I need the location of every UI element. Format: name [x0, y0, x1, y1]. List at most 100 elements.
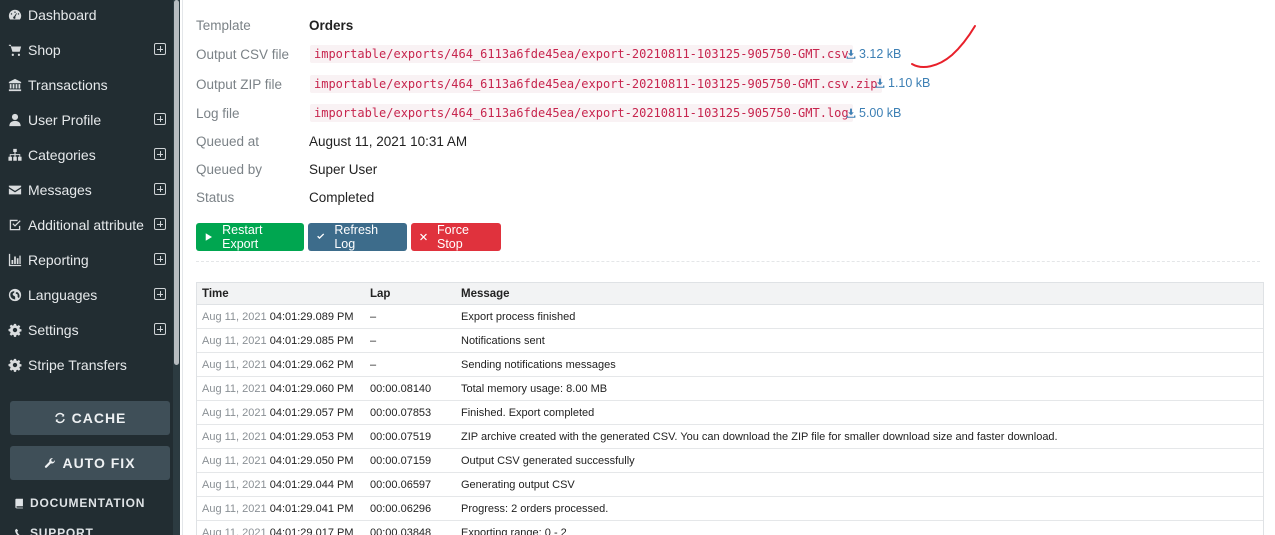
support-link[interactable]: SUPPORT: [14, 526, 94, 535]
sidebar-item-label: Transactions: [28, 76, 108, 93]
log-table: Time Lap Message Aug 11, 2021 04:01:29.0…: [196, 282, 1264, 535]
row-date: Aug 11, 2021: [202, 335, 267, 347]
row-lap: 00:00.06597: [370, 479, 432, 491]
row-message: Total memory usage: 8.00 MB: [461, 383, 608, 395]
row-message: Output CSV generated successfully: [461, 455, 635, 467]
table-row: Aug 11, 2021 04:01:29.062 PM – Sending n…: [197, 353, 1263, 377]
sidebar-item-label: Messages: [28, 181, 92, 198]
table-row: Aug 11, 2021 04:01:29.041 PM 00:00.06296…: [197, 497, 1263, 521]
phone-icon: [15, 528, 24, 535]
cart-icon: [8, 43, 22, 57]
sidebar-item-categories[interactable]: Categories: [0, 137, 172, 172]
documentation-link[interactable]: DOCUMENTATION: [14, 496, 145, 510]
expand-plus-icon[interactable]: [154, 323, 166, 335]
force-stop-button[interactable]: Force Stop: [411, 223, 501, 251]
sidebar-item-reporting[interactable]: Reporting: [0, 242, 172, 277]
restart-export-button[interactable]: Restart Export: [196, 223, 304, 251]
row-time: 04:01:29.057 PM: [269, 407, 354, 419]
row-message: Finished. Export completed: [461, 407, 595, 419]
cache-button[interactable]: CACHE: [10, 401, 170, 435]
sidebar-scrollbar-thumb[interactable]: [174, 0, 179, 365]
log-download-link[interactable]: 5.00 kB: [846, 106, 901, 120]
annotation-mark: [911, 25, 976, 68]
expand-plus-icon[interactable]: [154, 148, 166, 160]
row-date: Aug 11, 2021: [202, 383, 267, 395]
row-lap: 00:00.07159: [370, 455, 432, 467]
refresh-log-button[interactable]: Refresh Log: [308, 223, 407, 251]
sidebar-item-dashboard[interactable]: Dashboard: [0, 0, 172, 32]
expand-plus-icon[interactable]: [154, 113, 166, 125]
sidebar-item-user-profile[interactable]: User Profile: [0, 102, 172, 137]
csv-file-path: importable/exports/464_6113a6fde45ea/exp…: [310, 45, 853, 63]
gear-icon: [8, 323, 22, 337]
row-message: Generating output CSV: [461, 479, 575, 491]
sitemap-icon: [8, 148, 22, 162]
sidebar-item-additional-attribute[interactable]: Additional attribute: [0, 207, 172, 242]
bank-icon: [8, 78, 22, 92]
row-message: Notifications sent: [461, 335, 545, 347]
column-header-message: Message: [461, 288, 510, 300]
wrench-icon: [45, 458, 56, 468]
row-lap: –: [370, 335, 377, 347]
section-divider: [196, 261, 1260, 262]
log-table-header: Time Lap Message: [197, 283, 1263, 305]
row-date: Aug 11, 2021: [202, 407, 267, 419]
row-message: Exporting range: 0 - 2: [461, 527, 567, 535]
sidebar-item-label: Stripe Transfers: [28, 356, 127, 373]
row-time: 04:01:29.017 PM: [269, 527, 354, 535]
queued-by-label: Queued by: [196, 162, 263, 177]
table-row: Aug 11, 2021 04:01:29.017 PM 00:00.03848…: [197, 521, 1263, 535]
row-time: 04:01:29.085 PM: [269, 335, 354, 347]
sidebar-item-label: Settings: [28, 321, 79, 338]
sidebar-item-languages[interactable]: Languages: [0, 277, 172, 312]
auto-fix-button[interactable]: AUTO FIX: [10, 446, 170, 480]
refresh-icon: [54, 412, 65, 424]
table-row: Aug 11, 2021 04:01:29.089 PM – Export pr…: [197, 305, 1263, 329]
expand-plus-icon[interactable]: [154, 253, 166, 265]
log-file-path: importable/exports/464_6113a6fde45ea/exp…: [310, 104, 853, 122]
expand-plus-icon[interactable]: [154, 183, 166, 195]
sidebar-item-label: Categories: [28, 146, 96, 163]
content-divider: [182, 0, 183, 535]
row-date: Aug 11, 2021: [202, 311, 267, 323]
row-message: ZIP archive created with the generated C…: [461, 431, 1058, 443]
row-date: Aug 11, 2021: [202, 527, 267, 535]
sidebar-item-stripe-transfers[interactable]: Stripe Transfers: [0, 347, 172, 382]
sidebar-item-transactions[interactable]: Transactions: [0, 67, 172, 102]
queued-at-value: August 11, 2021 10:31 AM: [309, 134, 468, 149]
sidebar-item-label: Reporting: [28, 251, 89, 268]
row-date: Aug 11, 2021: [202, 455, 267, 467]
sidebar-scrollbar[interactable]: [173, 0, 180, 535]
csv-download-link[interactable]: 3.12 kB: [846, 47, 901, 61]
queued-at-label: Queued at: [196, 134, 260, 149]
row-lap: 00:00.08140: [370, 383, 432, 395]
status-value: Completed: [309, 190, 375, 205]
row-time: 04:01:29.041 PM: [269, 503, 354, 515]
row-lap: 00:00.03848: [370, 527, 432, 535]
status-label: Status: [196, 190, 235, 205]
row-lap: 00:00.07519: [370, 431, 432, 443]
table-row: Aug 11, 2021 04:01:29.060 PM 00:00.08140…: [197, 377, 1263, 401]
row-lap: 00:00.07853: [370, 407, 432, 419]
row-date: Aug 11, 2021: [202, 431, 267, 443]
row-time: 04:01:29.089 PM: [269, 311, 354, 323]
sidebar-item-settings[interactable]: Settings: [0, 312, 172, 347]
log-file-label: Log file: [196, 106, 240, 121]
table-row: Aug 11, 2021 04:01:29.085 PM – Notificat…: [197, 329, 1263, 353]
download-icon: [846, 49, 856, 59]
zip-download-link[interactable]: 1.10 kB: [875, 76, 930, 90]
expand-plus-icon[interactable]: [154, 288, 166, 300]
row-date: Aug 11, 2021: [202, 359, 267, 371]
expand-plus-icon[interactable]: [154, 43, 166, 55]
main-content: Template Orders Output CSV file importab…: [180, 0, 1275, 535]
sidebar: Dashboard Shop Transactions User Profile…: [0, 0, 180, 535]
sidebar-item-label: User Profile: [28, 111, 102, 128]
row-time: 04:01:29.044 PM: [269, 479, 354, 491]
row-time: 04:01:29.050 PM: [269, 455, 354, 467]
table-row: Aug 11, 2021 04:01:29.053 PM 00:00.07519…: [197, 425, 1263, 449]
sidebar-item-messages[interactable]: Messages: [0, 172, 172, 207]
row-lap: 00:00.06296: [370, 503, 432, 515]
sidebar-item-shop[interactable]: Shop: [0, 32, 172, 67]
expand-plus-icon[interactable]: [154, 218, 166, 230]
csv-file-label: Output CSV file: [196, 47, 290, 62]
